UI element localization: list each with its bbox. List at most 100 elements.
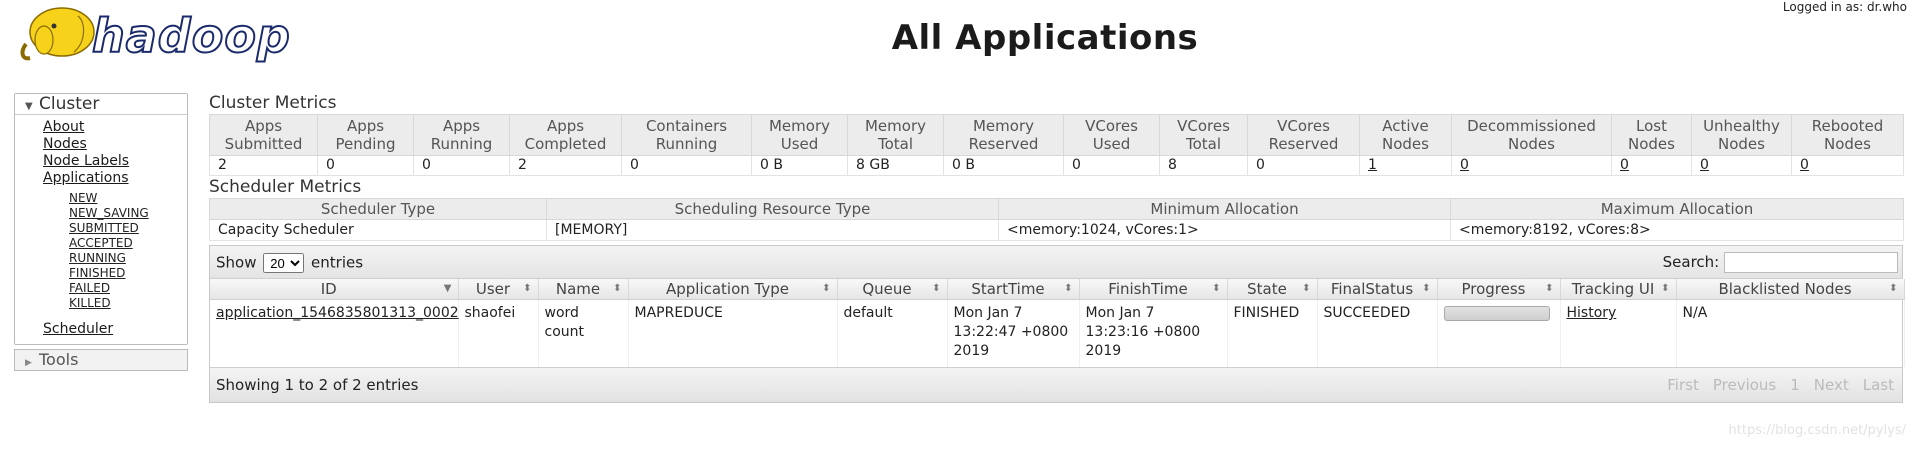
scheduler-header: Maximum Allocation <box>1450 198 1904 220</box>
pager-first[interactable]: First <box>1667 376 1699 394</box>
sidebar-link-nodes[interactable]: Nodes <box>43 136 187 153</box>
state-link-new-saving[interactable]: NEW_SAVING <box>69 206 187 221</box>
start-time-cell-text: Mon Jan 7 13:22:47 +0800 2019 <box>953 305 1069 359</box>
column-header[interactable]: User ⬍ <box>458 279 539 300</box>
column-header[interactable]: StartTime ⬍ <box>947 279 1080 300</box>
finish-time-cell: Mon Jan 7 13:23:16 +0800 2019 <box>1079 299 1228 367</box>
table-row: application_1546835801313_0002 shaofei wor… <box>210 299 1905 367</box>
state-link-failed[interactable]: FAILED <box>69 281 187 296</box>
search-control: Search: <box>1663 252 1898 273</box>
metric-header: Decommissioned Nodes <box>1451 114 1612 156</box>
state-link-accepted[interactable]: ACCEPTED <box>69 236 187 251</box>
metric-header-line: Nodes <box>1718 135 1765 153</box>
metric-header-line: Nodes <box>1628 135 1675 153</box>
state-link-running[interactable]: RUNNING <box>69 251 187 266</box>
page-size-select[interactable]: 20 <box>263 253 305 273</box>
metric-header: VCores Used <box>1063 114 1160 156</box>
metric-header-line: Nodes <box>1382 135 1429 153</box>
blacklisted-cell-text: N/A <box>1682 305 1708 321</box>
metric-header: Containers Running <box>621 114 752 156</box>
metric-value-link[interactable]: 0 <box>1800 157 1809 173</box>
metric-value: 0 <box>1256 157 1265 173</box>
metric-value-cell: 8 GB <box>847 155 944 176</box>
app-type-cell: MAPREDUCE <box>628 299 838 367</box>
metric-value-cell: 2 <box>509 155 622 176</box>
metric-value: 0 B <box>952 157 975 173</box>
metric-value-link[interactable]: 0 <box>1700 157 1709 173</box>
metric-header-line: Containers <box>645 117 728 135</box>
entries-label: entries <box>311 253 364 272</box>
sidebar-link-applications[interactable]: Applications <box>43 170 187 187</box>
metric-value-link[interactable]: 1 <box>1368 157 1377 173</box>
sort-both-icon: ⬍ <box>1422 283 1431 294</box>
user-cell: shaofei <box>458 299 539 367</box>
metric-value-cell: 1 <box>1359 155 1452 176</box>
metric-header-line: Running <box>430 135 493 153</box>
metric-value-cell: 0 <box>1063 155 1160 176</box>
column-header-label: User <box>475 280 511 298</box>
column-header[interactable]: FinishTime ⬍ <box>1079 279 1228 300</box>
app-id-link[interactable]: application_1546835801313_0002 <box>216 305 459 321</box>
progress-cell <box>1437 299 1561 367</box>
state-link-finished[interactable]: FINISHED <box>69 266 187 281</box>
sort-both-icon: ⬍ <box>1545 283 1554 294</box>
scheduler-header: Scheduling Resource Type <box>546 198 999 220</box>
state-link-killed[interactable]: KILLED <box>69 296 187 311</box>
scheduler-value: [MEMORY] <box>546 219 999 241</box>
metric-header: Apps Pending <box>317 114 414 156</box>
sort-both-icon: ⬍ <box>1212 283 1221 294</box>
sidebar-link-scheduler[interactable]: Scheduler <box>43 321 187 338</box>
column-header[interactable]: Tracking UI ⬍ <box>1560 279 1677 300</box>
state-link-submitted[interactable]: SUBMITTED <box>69 221 187 236</box>
search-label: Search: <box>1662 253 1720 271</box>
metric-header-line: Nodes <box>1508 135 1555 153</box>
cluster-toggle[interactable]: ▼ Cluster <box>15 94 187 115</box>
pager-page-1[interactable]: 1 <box>1790 376 1800 394</box>
start-time-cell: Mon Jan 7 13:22:47 +0800 2019 <box>947 299 1080 367</box>
column-header[interactable]: FinalStatus ⬍ <box>1317 279 1438 300</box>
tracking-ui-link[interactable]: History <box>1567 305 1617 321</box>
metric-value-link[interactable]: 0 <box>1620 157 1629 173</box>
sort-both-icon: ⬍ <box>1064 283 1073 294</box>
metric-header: VCores Reserved <box>1247 114 1360 156</box>
metric-value-cell: 0 <box>1691 155 1792 176</box>
column-header-label: ID <box>320 280 337 298</box>
pager-last[interactable]: Last <box>1863 376 1894 394</box>
scheduler-metrics-title: Scheduler Metrics <box>209 177 362 197</box>
metric-header: Lost Nodes <box>1611 114 1692 156</box>
column-header-label: FinalStatus <box>1330 280 1414 298</box>
search-input[interactable] <box>1724 252 1898 273</box>
metric-value: 2 <box>518 157 527 173</box>
cluster-metrics-title: Cluster Metrics <box>209 93 337 113</box>
column-header[interactable]: Progress ⬍ <box>1437 279 1561 300</box>
metric-header: Memory Total <box>847 114 944 156</box>
metric-value-cell: 0 B <box>943 155 1064 176</box>
metric-value-link[interactable]: 0 <box>1460 157 1469 173</box>
column-header[interactable]: Queue ⬍ <box>837 279 948 300</box>
sort-both-icon: ⬍ <box>523 283 532 294</box>
column-header[interactable]: State ⬍ <box>1227 279 1318 300</box>
metric-header: Apps Completed <box>509 114 622 156</box>
metric-header-line: VCores <box>1277 117 1330 135</box>
metric-header-line: Memory <box>972 117 1034 135</box>
tools-toggle[interactable]: ▶ Tools <box>14 349 188 371</box>
column-header[interactable]: Application Type ⬍ <box>628 279 838 300</box>
column-header[interactable]: Name ⬍ <box>538 279 629 300</box>
page-title: All Applications <box>891 18 1199 58</box>
sidebar-link-node-labels[interactable]: Node Labels <box>43 153 187 170</box>
pager-next[interactable]: Next <box>1814 376 1849 394</box>
column-header[interactable]: ID ▼ <box>210 279 459 300</box>
sort-both-icon: ⬍ <box>613 283 622 294</box>
sidebar: ▼ Cluster About Nodes Node Labels Applica… <box>14 93 188 371</box>
column-header-label: Queue <box>862 280 912 298</box>
pager-previous[interactable]: Previous <box>1713 376 1776 394</box>
final-status-cell: SUCCEEDED <box>1317 299 1438 367</box>
column-header[interactable]: Blacklisted Nodes ⬍ <box>1676 279 1905 300</box>
metric-value-cell: 0 <box>317 155 414 176</box>
scheduler-value: <memory:8192, vCores:8> <box>1450 219 1904 241</box>
state-link-new[interactable]: NEW <box>69 191 187 206</box>
metric-value: 0 <box>1072 157 1081 173</box>
metric-header-line: VCores <box>1085 117 1138 135</box>
metric-value: 0 B <box>760 157 783 173</box>
sidebar-link-about[interactable]: About <box>43 119 187 136</box>
